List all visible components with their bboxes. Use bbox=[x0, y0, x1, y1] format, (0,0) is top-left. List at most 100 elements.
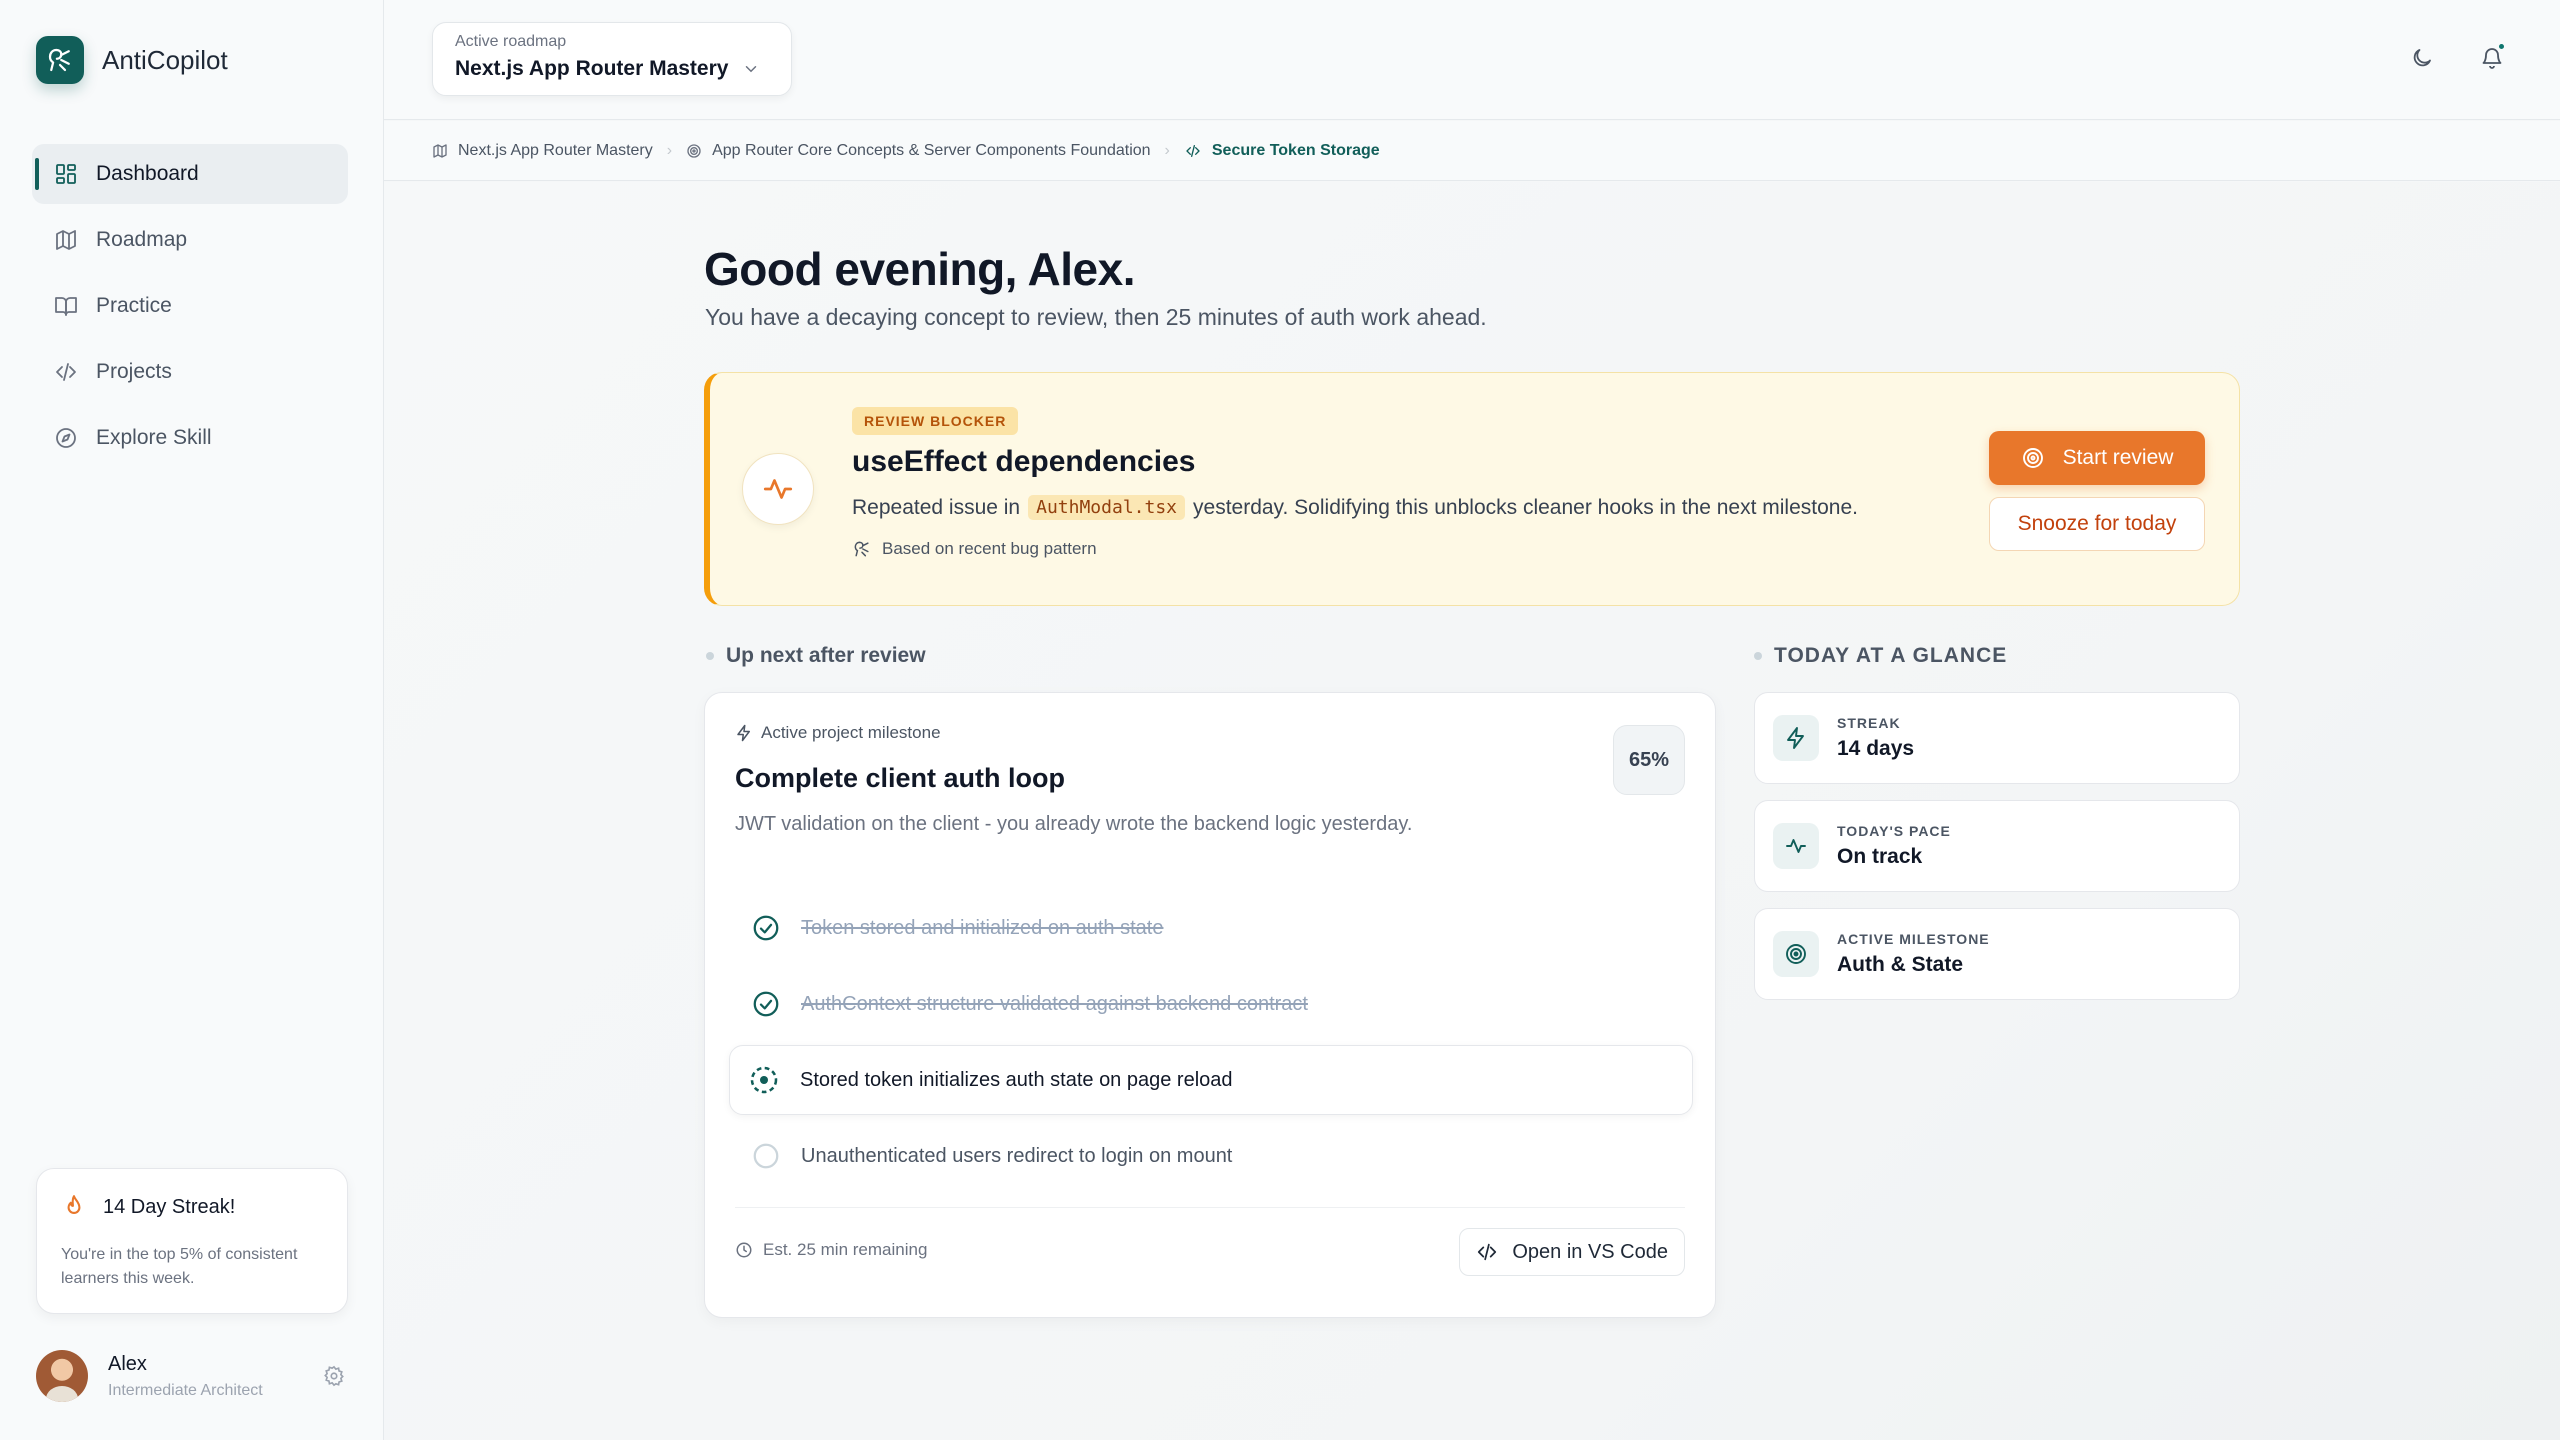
notifications-bell-icon[interactable] bbox=[2478, 42, 2506, 72]
target-icon bbox=[686, 143, 702, 159]
map-icon bbox=[432, 143, 448, 159]
breadcrumb: Next.js App Router Mastery › App Router … bbox=[384, 121, 2560, 181]
roadmap-selector-value: Next.js App Router Mastery bbox=[455, 57, 729, 80]
target-icon bbox=[2021, 446, 2045, 470]
milestone-title: Complete client auth loop bbox=[735, 763, 1066, 793]
glance-list: STREAK 14 days TODAY'S PACE On track ACT… bbox=[1754, 692, 2240, 1016]
start-review-label: Start review bbox=[2062, 446, 2174, 469]
milestone-footer: Est. 25 min remaining Open in VS Code bbox=[735, 1207, 1685, 1291]
code-icon bbox=[1184, 143, 1202, 159]
glance-label: ACTIVE MILESTONE bbox=[1837, 931, 1990, 947]
up-next-heading: Up next after review bbox=[706, 644, 926, 668]
milestone-card: Active project milestone Complete client… bbox=[704, 692, 1716, 1318]
sidebar-item-practice[interactable]: Practice bbox=[32, 276, 348, 336]
in-progress-circle-icon bbox=[748, 1064, 780, 1096]
breadcrumb-item-roadmap[interactable]: Next.js App Router Mastery bbox=[432, 142, 653, 160]
glance-card-milestone: ACTIVE MILESTONE Auth & State bbox=[1754, 908, 2240, 1000]
streak-subtitle: You're in the top 5% of consistent learn… bbox=[61, 1246, 298, 1287]
sidebar-item-label: Practice bbox=[96, 294, 172, 317]
sidebar-nav: Dashboard Roadmap Practice Projects Expl… bbox=[32, 144, 348, 474]
dashboard-icon bbox=[54, 162, 78, 186]
user-name: Alex bbox=[108, 1352, 147, 1375]
breadcrumb-separator-icon: › bbox=[1164, 141, 1170, 159]
review-description: Repeated issue in AuthModal.tsx yesterda… bbox=[852, 495, 1858, 520]
review-note: Based on recent bug pattern bbox=[852, 539, 1097, 559]
sidebar-item-projects[interactable]: Projects bbox=[32, 342, 348, 402]
bullet-dot bbox=[706, 652, 714, 660]
bolt-icon bbox=[1773, 715, 1819, 761]
start-review-button[interactable]: Start review bbox=[1989, 431, 2205, 485]
code-icon bbox=[54, 360, 78, 384]
top-bar: Active roadmap Next.js App Router Master… bbox=[384, 0, 2560, 120]
open-vscode-label: Open in VS Code bbox=[1512, 1240, 1668, 1263]
task-list: Token stored and initialized on auth sta… bbox=[729, 893, 1693, 1197]
snooze-button[interactable]: Snooze for today bbox=[1989, 497, 2205, 551]
milestone-kicker: Active project milestone bbox=[735, 723, 941, 743]
pulse-icon bbox=[1773, 823, 1819, 869]
map-icon bbox=[54, 228, 78, 252]
check-circle-icon bbox=[751, 913, 781, 943]
time-estimate-text: Est. 25 min remaining bbox=[763, 1240, 928, 1259]
chevron-down-icon bbox=[742, 60, 760, 78]
task-item-todo[interactable]: Unauthenticated users redirect to login … bbox=[729, 1121, 1693, 1191]
sidebar-item-explore-skill[interactable]: Explore Skill bbox=[32, 408, 348, 468]
user-role: Intermediate Architect bbox=[108, 1381, 263, 1399]
glance-value: On track bbox=[1837, 845, 1923, 868]
pulse-icon bbox=[742, 453, 814, 525]
review-title: useEffect dependencies bbox=[852, 445, 1196, 478]
review-note-text: Based on recent bug pattern bbox=[882, 539, 1097, 558]
review-blocker-card: REVIEW BLOCKER useEffect dependencies Re… bbox=[704, 372, 2240, 606]
glance-value: 14 days bbox=[1837, 737, 1915, 760]
breadcrumb-item-current[interactable]: Secure Token Storage bbox=[1184, 142, 1380, 160]
sidebar-item-label: Explore Skill bbox=[96, 426, 212, 449]
time-estimate: Est. 25 min remaining bbox=[735, 1240, 927, 1260]
open-vscode-button[interactable]: Open in VS Code bbox=[1459, 1228, 1685, 1276]
breadcrumb-label: Secure Token Storage bbox=[1211, 141, 1380, 159]
brand-logo-icon bbox=[36, 36, 84, 84]
glance-label: TODAY'S PACE bbox=[1837, 823, 1951, 839]
glance-title: TODAY AT A GLANCE bbox=[1774, 644, 2008, 667]
roadmap-selector-label: Active roadmap bbox=[455, 33, 567, 50]
page-subtitle: You have a decaying concept to review, t… bbox=[705, 304, 1487, 330]
theme-toggle-moon-icon[interactable] bbox=[2408, 44, 2436, 72]
avatar bbox=[36, 1350, 88, 1402]
milestone-description: JWT validation on the client - you alrea… bbox=[735, 813, 1413, 835]
roadmap-selector[interactable]: Active roadmap Next.js App Router Master… bbox=[432, 22, 792, 96]
code-icon bbox=[1476, 1241, 1498, 1263]
task-item-current[interactable]: Stored token initializes auth state on p… bbox=[729, 1045, 1693, 1115]
up-next-label: Up next after review bbox=[726, 644, 926, 667]
glance-card-pace: TODAY'S PACE On track bbox=[1754, 800, 2240, 892]
brand[interactable]: AntiCopilot bbox=[36, 36, 228, 84]
glance-label: STREAK bbox=[1837, 715, 1901, 731]
bullet-dot bbox=[1754, 652, 1762, 660]
book-icon bbox=[54, 294, 78, 318]
task-label: AuthContext structure validated against … bbox=[801, 992, 1308, 1015]
notification-dot bbox=[2497, 42, 2506, 51]
brand-mark-icon bbox=[852, 539, 872, 559]
clock-icon bbox=[735, 1241, 753, 1259]
task-item-done[interactable]: Token stored and initialized on auth sta… bbox=[729, 893, 1693, 963]
sidebar-item-roadmap[interactable]: Roadmap bbox=[32, 210, 348, 270]
review-desc-prefix: Repeated issue in bbox=[852, 495, 1021, 519]
sidebar: AntiCopilot Dashboard Roadmap Practice P… bbox=[0, 0, 384, 1440]
sidebar-item-label: Roadmap bbox=[96, 228, 188, 251]
breadcrumb-item-module[interactable]: App Router Core Concepts & Server Compon… bbox=[686, 142, 1151, 160]
page-title: Good evening, Alex. bbox=[704, 243, 1135, 295]
task-item-done[interactable]: AuthContext structure validated against … bbox=[729, 969, 1693, 1039]
task-label: Stored token initializes auth state on p… bbox=[800, 1068, 1233, 1091]
target-icon bbox=[1773, 931, 1819, 977]
milestone-progress-badge: 65% bbox=[1613, 725, 1685, 795]
milestone-kicker-text: Active project milestone bbox=[761, 723, 941, 742]
main-content: Good evening, Alex. You have a decaying … bbox=[384, 182, 2560, 1440]
streak-card: 14 Day Streak! You're in the top 5% of c… bbox=[36, 1168, 348, 1314]
breadcrumb-separator-icon: › bbox=[666, 141, 673, 159]
glance-value: Auth & State bbox=[1837, 953, 1963, 976]
glance-card-streak: STREAK 14 days bbox=[1754, 692, 2240, 784]
review-badge: REVIEW BLOCKER bbox=[852, 407, 1019, 435]
bolt-icon bbox=[735, 724, 753, 742]
sidebar-item-label: Projects bbox=[96, 360, 172, 383]
user-profile[interactable]: Alex Intermediate Architect bbox=[36, 1348, 348, 1404]
sidebar-item-dashboard[interactable]: Dashboard bbox=[32, 144, 348, 204]
breadcrumb-label: Next.js App Router Mastery bbox=[458, 141, 653, 159]
settings-gear-icon[interactable] bbox=[320, 1362, 348, 1390]
